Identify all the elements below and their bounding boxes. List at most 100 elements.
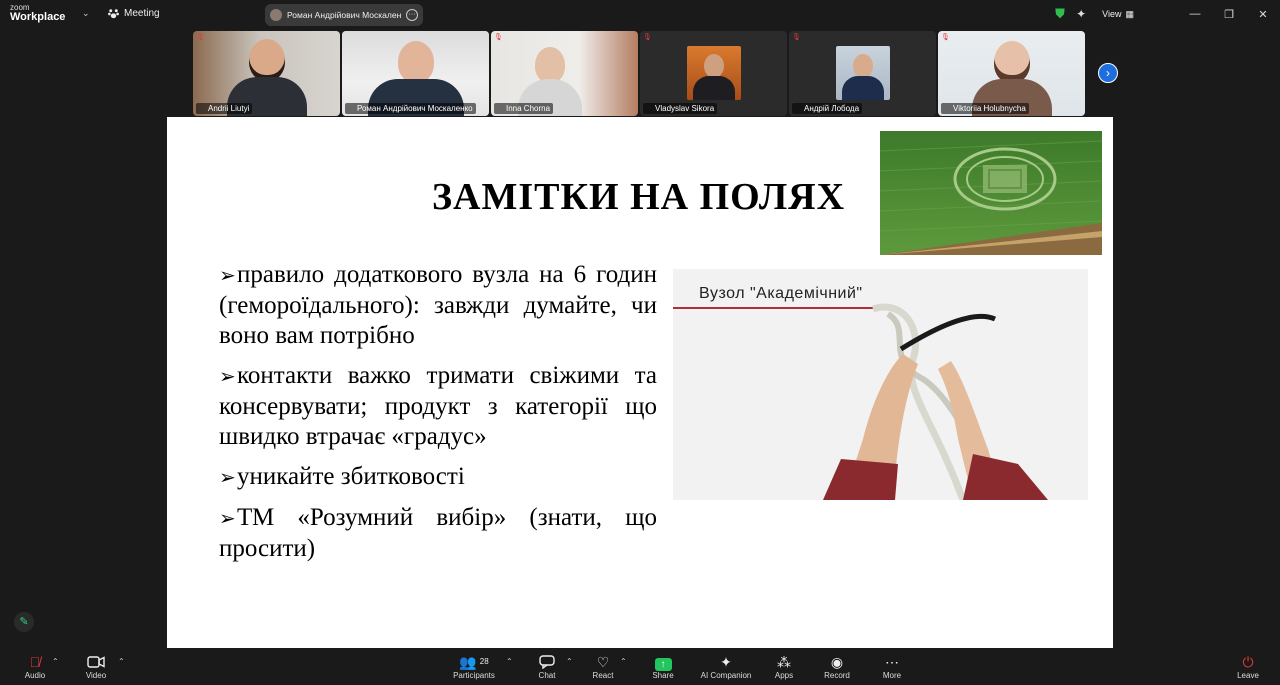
participant-tile[interactable]: 🎙 Vladyslav Sikora bbox=[640, 31, 787, 116]
slide-title: ЗАМІТКИ НА ПОЛЯХ bbox=[432, 176, 846, 218]
bullet-item: ➢ТМ «Розумний вибір» (знати, що просити) bbox=[219, 503, 657, 564]
participant-head bbox=[397, 41, 434, 83]
audio-options-chevron-icon[interactable]: ⌃ bbox=[52, 657, 59, 666]
muted-mic-icon: 🎙 bbox=[792, 34, 801, 41]
participant-tile[interactable]: 🎙 Viktoriia Holubnycha bbox=[938, 31, 1085, 116]
ai-sparkle-icon[interactable]: ✦ bbox=[1076, 7, 1086, 21]
video-label: Video bbox=[85, 671, 107, 680]
participant-name: Роман Андрійович Москаленко bbox=[345, 103, 476, 114]
participants-label: Participants bbox=[453, 671, 495, 680]
brand-large: Workplace bbox=[10, 11, 66, 23]
share-button[interactable]: ↑ Share bbox=[635, 653, 691, 685]
video-camera-icon bbox=[68, 653, 124, 671]
participant-name: Andrii Liutyi bbox=[196, 103, 253, 114]
leave-icon: ⏻ bbox=[1242, 654, 1254, 670]
muted-mic-icon: 🎙 bbox=[494, 34, 503, 41]
participants-options-chevron-icon[interactable]: ⌃ bbox=[506, 657, 513, 666]
crop-circle-photo bbox=[880, 131, 1102, 255]
meeting-info-button[interactable]: Meeting bbox=[108, 8, 160, 19]
photo-face bbox=[852, 54, 873, 78]
photo-body bbox=[841, 76, 884, 100]
participant-tile[interactable]: 🎙 Andrii Liutyi bbox=[193, 31, 340, 116]
next-participants-button[interactable]: › bbox=[1098, 63, 1118, 83]
top-bar: zoom Workplace ⌄ Meeting Роман Андрійови… bbox=[0, 0, 1280, 28]
view-button[interactable]: View ▦ bbox=[1102, 9, 1134, 20]
crop-circle-image bbox=[880, 131, 1102, 255]
grid-icon: ▦ bbox=[1125, 8, 1134, 19]
participant-strip: 🎙 Andrii Liutyi Роман Андрійович Москале… bbox=[193, 31, 1085, 116]
leave-label: Leave bbox=[1237, 671, 1259, 680]
meeting-toolbar: 🎙̸ Audio ⌃ Video ⌃ 👥 28 Participants ⌃ Ch… bbox=[0, 650, 1280, 685]
participant-tile-active[interactable]: Роман Андрійович Москаленко bbox=[342, 31, 489, 116]
zoom-logo: zoom Workplace bbox=[10, 4, 65, 23]
bullet-text: ТМ «Розумний вибір» (знати, що просити) bbox=[219, 504, 657, 562]
apps-icon: ⁂ bbox=[777, 654, 791, 670]
shield-check-icon[interactable]: ⛊ bbox=[1055, 7, 1068, 21]
more-button[interactable]: ⋯ More bbox=[864, 653, 920, 685]
shared-screen-slide: ЗАМІТКИ НА ПОЛЯХ ➢правило додаткового ву… bbox=[167, 117, 1113, 648]
bullet-text: уникайте збитковості bbox=[237, 463, 465, 490]
participant-tile[interactable]: 🎙 Inna Chorna bbox=[491, 31, 638, 116]
arrow-bullet-icon: ➢ bbox=[219, 467, 236, 489]
participants-button[interactable]: 👥 28 Participants bbox=[445, 653, 503, 685]
arrow-bullet-icon: ➢ bbox=[219, 508, 236, 530]
photo-face bbox=[703, 54, 724, 78]
participant-head bbox=[993, 41, 1030, 83]
active-speaker-name: Роман Андрійович Москаленко bbox=[287, 10, 401, 20]
arrow-bullet-icon: ➢ bbox=[219, 366, 236, 388]
participant-head bbox=[534, 47, 565, 83]
paw-icon bbox=[108, 9, 119, 19]
participant-photo bbox=[686, 46, 741, 100]
record-button[interactable]: ◉ Record bbox=[809, 653, 865, 685]
knot-hands-image bbox=[823, 303, 1048, 500]
restore-icon[interactable]: ❐ bbox=[1212, 8, 1246, 21]
participant-name: Андрій Лобода bbox=[792, 103, 863, 114]
more-dots-icon: ⋯ bbox=[885, 654, 899, 670]
meeting-label: Meeting bbox=[124, 8, 160, 19]
participant-name: Inna Chorna bbox=[494, 103, 554, 114]
chat-label: Chat bbox=[538, 671, 556, 680]
view-label: View bbox=[1102, 9, 1122, 19]
muted-mic-icon: 🎙 bbox=[196, 34, 205, 41]
bullet-item: ➢уникайте збитковості bbox=[219, 462, 657, 493]
record-label: Record bbox=[824, 671, 850, 680]
react-label: React bbox=[592, 671, 614, 680]
ai-companion-button[interactable]: ✦ AI Companion bbox=[692, 653, 760, 685]
record-icon: ◉ bbox=[830, 654, 844, 670]
leave-button[interactable]: ⏻ Leave bbox=[1220, 653, 1276, 685]
bullet-item: ➢контакти важко тримати свіжими та консе… bbox=[219, 361, 657, 452]
muted-mic-icon: 🎙 bbox=[941, 34, 950, 41]
participant-tile[interactable]: 🎙 Андрій Лобода bbox=[789, 31, 936, 116]
chat-options-chevron-icon[interactable]: ⌃ bbox=[566, 657, 573, 666]
bullet-text: контакти важко тримати свіжими та консер… bbox=[219, 362, 657, 450]
minimize-icon[interactable]: — bbox=[1178, 8, 1212, 20]
avatar bbox=[270, 9, 282, 21]
close-icon[interactable]: ✕ bbox=[1246, 8, 1280, 21]
more-options-icon[interactable]: ··· bbox=[406, 9, 418, 21]
audio-label: Audio bbox=[24, 671, 46, 680]
video-options-chevron-icon[interactable]: ⌃ bbox=[118, 657, 125, 666]
knot-photo: Вузол "Академічний" bbox=[673, 269, 1088, 500]
zoom-meeting-window: zoom Workplace ⌄ Meeting Роман Андрійови… bbox=[0, 0, 1280, 685]
react-options-chevron-icon[interactable]: ⌃ bbox=[620, 657, 627, 666]
top-right-controls: ⛊ ✦ View ▦ — ❐ ✕ bbox=[1055, 4, 1280, 24]
participant-name: Viktoriia Holubnycha bbox=[941, 103, 1029, 114]
ai-sparkle-icon: ✦ bbox=[720, 654, 732, 670]
active-speaker-chip[interactable]: Роман Андрійович Москаленко ··· bbox=[265, 4, 423, 26]
participant-photo bbox=[835, 46, 890, 100]
bullet-list: ➢правило додаткового вузла на 6 годин (г… bbox=[219, 260, 657, 574]
participants-icon: 👥 28 bbox=[459, 654, 489, 670]
annotate-pencil-button[interactable]: ✎ bbox=[14, 612, 34, 632]
participant-name: Vladyslav Sikora bbox=[643, 103, 718, 114]
apps-label: Apps bbox=[774, 671, 794, 680]
arrow-bullet-icon: ➢ bbox=[219, 265, 236, 287]
chevron-down-icon[interactable]: ⌄ bbox=[82, 8, 90, 19]
share-screen-icon: ↑ bbox=[635, 653, 691, 671]
apps-button[interactable]: ⁂ Apps bbox=[756, 653, 812, 685]
bullet-text: правило додаткового вузла на 6 годин (ге… bbox=[219, 261, 657, 349]
bullet-item: ➢правило додаткового вузла на 6 годин (г… bbox=[219, 260, 657, 351]
participant-head bbox=[248, 39, 285, 81]
ai-companion-label: AI Companion bbox=[700, 671, 752, 680]
video-button[interactable]: Video bbox=[68, 653, 124, 685]
participants-count: 28 bbox=[479, 657, 489, 666]
